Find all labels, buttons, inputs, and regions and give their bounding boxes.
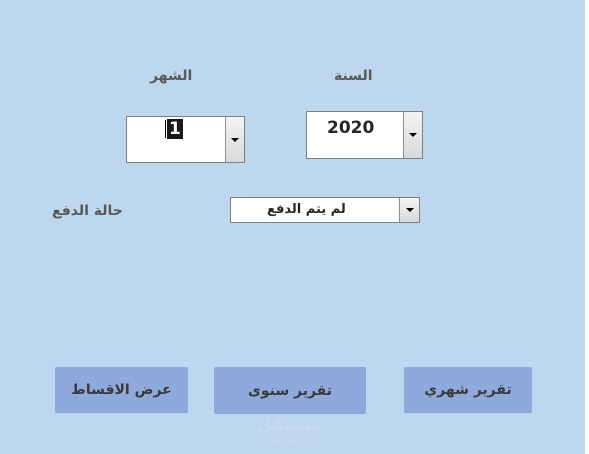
month-value-wrap: 1: [165, 119, 183, 139]
year-value: 2020: [327, 118, 375, 138]
year-dropdown-button[interactable]: [403, 112, 422, 158]
text-cursor: [165, 120, 166, 138]
year-label: السنة: [334, 68, 373, 84]
month-combobox[interactable]: 1: [126, 116, 245, 163]
show-installments-button[interactable]: عرض الاقساط: [55, 367, 188, 413]
month-label: الشهر: [150, 68, 193, 84]
month-dropdown-button[interactable]: [225, 117, 244, 162]
watermark-logo: مستقل: [256, 414, 322, 435]
yearly-report-button[interactable]: تقرير سنوى: [214, 367, 366, 414]
payment-status-combobox[interactable]: لم يتم الدفع: [230, 197, 420, 223]
payment-status-value: لم يتم الدفع: [267, 202, 346, 217]
monthly-report-button[interactable]: تقرير شهري: [404, 367, 532, 413]
payment-status-dropdown-button[interactable]: [399, 198, 419, 222]
chevron-down-icon: [231, 137, 239, 142]
chevron-down-icon: [409, 133, 417, 137]
year-combobox[interactable]: 2020: [306, 111, 423, 159]
watermark-url: mostaql.com: [262, 436, 321, 446]
chevron-down-icon: [405, 208, 414, 212]
window-edge: [585, 0, 589, 454]
payment-status-label: حالة الدفع: [52, 203, 123, 219]
month-value: 1: [167, 119, 183, 139]
